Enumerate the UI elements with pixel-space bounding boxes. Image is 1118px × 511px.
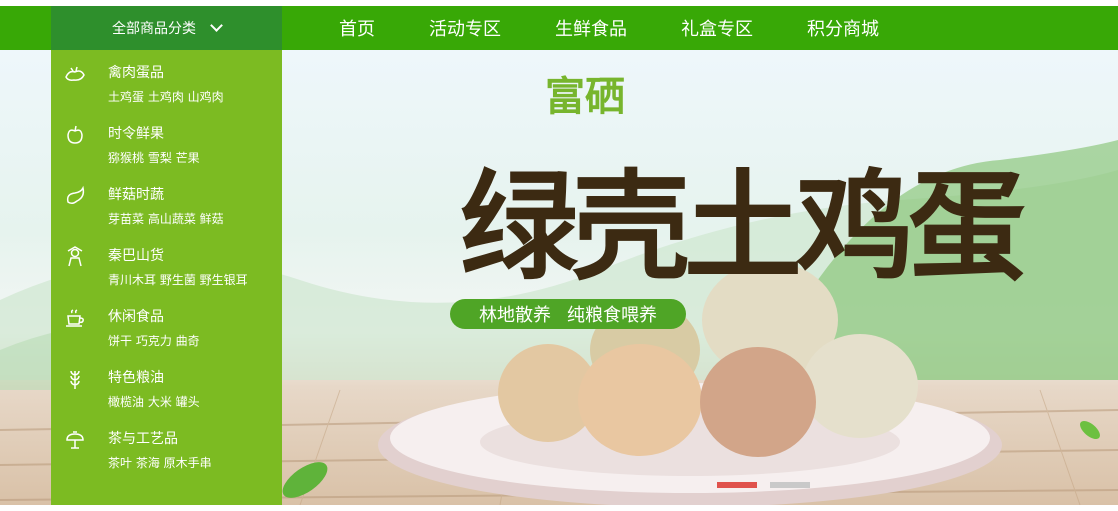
nav-promotions[interactable]: 活动专区 bbox=[429, 15, 501, 41]
tag-free-range: 林地散养 bbox=[479, 305, 551, 326]
category-title: 禽肉蛋品 bbox=[108, 65, 164, 81]
nav-home[interactable]: 首页 bbox=[339, 15, 375, 41]
category-subitems[interactable]: 土鸡蛋 土鸡肉 山鸡肉 bbox=[108, 88, 224, 105]
category-subitems[interactable]: 青川木耳 野生菌 野生银耳 bbox=[108, 271, 248, 288]
chevron-down-icon bbox=[210, 19, 223, 32]
slider-dot-2[interactable] bbox=[770, 482, 810, 488]
nav-fresh-food[interactable]: 生鲜食品 bbox=[555, 15, 627, 41]
wheat-icon bbox=[70, 370, 80, 389]
banner-slogan-tag: 林地散养 纯粮食喂养 bbox=[450, 299, 686, 329]
category-item-fruit[interactable]: 时令鲜果 猕猴桃 雪梨 芒果 bbox=[51, 111, 282, 172]
category-title: 休闲食品 bbox=[108, 309, 164, 325]
all-categories-label: 全部商品分类 bbox=[112, 21, 196, 37]
farmer-icon bbox=[67, 246, 83, 267]
teapot-icon bbox=[66, 431, 84, 449]
slider-indicators bbox=[717, 482, 810, 488]
poultry-icon bbox=[65, 66, 85, 81]
category-subitems[interactable]: 饼干 巧克力 曲奇 bbox=[108, 332, 200, 349]
category-sidebar: 禽肉蛋品 土鸡蛋 土鸡肉 山鸡肉 时令鲜果 猕猴桃 雪梨 芒果 鲜菇时蔬 芽苗菜… bbox=[51, 50, 282, 505]
category-subitems[interactable]: 猕猴桃 雪梨 芒果 bbox=[108, 149, 200, 166]
apple-icon bbox=[67, 125, 83, 144]
tea-cup-icon bbox=[66, 309, 84, 327]
tag-grain-fed: 纯粮食喂养 bbox=[567, 305, 657, 326]
category-item-mountain-goods[interactable]: 秦巴山货 青川木耳 野生菌 野生银耳 bbox=[51, 233, 282, 294]
category-title: 时令鲜果 bbox=[108, 126, 164, 142]
slider-dot-1[interactable] bbox=[717, 482, 757, 488]
nav-points-mall[interactable]: 积分商城 bbox=[807, 15, 879, 41]
all-categories-button[interactable]: 全部商品分类 bbox=[51, 6, 282, 50]
category-title: 秦巴山货 bbox=[108, 248, 164, 264]
category-title: 特色粮油 bbox=[108, 370, 164, 386]
main-nav: 首页 活动专区 生鲜食品 礼盒专区 积分商城 bbox=[312, 6, 906, 50]
category-item-vegetables[interactable]: 鲜菇时蔬 芽苗菜 高山蔬菜 鲜菇 bbox=[51, 172, 282, 233]
category-title: 茶与工艺品 bbox=[108, 431, 178, 447]
nav-gift-boxes[interactable]: 礼盒专区 bbox=[681, 15, 753, 41]
eggplant-icon bbox=[66, 185, 85, 205]
svg-text:富硒: 富硒 bbox=[545, 73, 625, 120]
category-item-snacks[interactable]: 休闲食品 饼干 巧克力 曲奇 bbox=[51, 294, 282, 355]
category-item-grain-oil[interactable]: 特色粮油 橄榄油 大米 罐头 bbox=[51, 355, 282, 416]
category-subitems[interactable]: 茶叶 茶海 原木手串 bbox=[108, 454, 212, 471]
category-item-tea-crafts[interactable]: 茶与工艺品 茶叶 茶海 原木手串 bbox=[51, 416, 282, 477]
category-item-poultry[interactable]: 禽肉蛋品 土鸡蛋 土鸡肉 山鸡肉 bbox=[51, 50, 282, 111]
category-subitems[interactable]: 芽苗菜 高山蔬菜 鲜菇 bbox=[108, 210, 224, 227]
category-title: 鲜菇时蔬 bbox=[108, 187, 164, 203]
category-subitems[interactable]: 橄榄油 大米 罐头 bbox=[108, 393, 200, 410]
svg-text:绿壳土鸡蛋: 绿壳土鸡蛋 bbox=[460, 157, 1025, 296]
